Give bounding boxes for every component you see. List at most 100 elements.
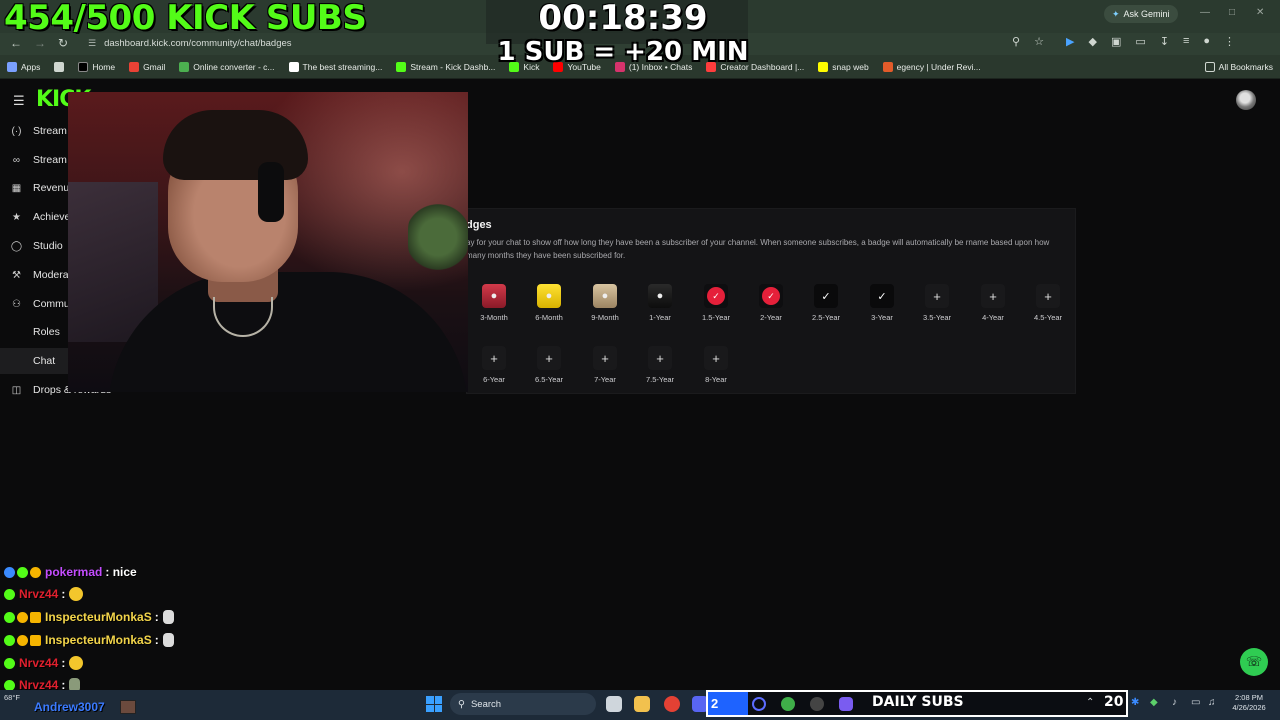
badge-icon — [30, 566, 41, 578]
emote-icon — [69, 587, 84, 601]
badge-slot[interactable]: ✓ 2.5-Year — [798, 284, 854, 322]
bookmark-snap[interactable]: snap web — [811, 61, 875, 72]
badge-slot[interactable]: +7.5-Year — [632, 346, 688, 384]
subathon-timer: 00:18:39 — [538, 0, 708, 38]
badge-slot[interactable]: +4-Year — [965, 284, 1021, 322]
bookmark-egency[interactable]: egency | Under Revi... — [876, 61, 988, 72]
badge-slot[interactable]: ● 1-Year — [632, 284, 688, 322]
volume-icon[interactable]: ♫ — [1208, 697, 1216, 708]
bluetooth-icon[interactable]: ✱ — [1131, 697, 1139, 708]
subs-goal-overlay: 454/500 KICK SUBS — [4, 0, 367, 38]
bookmark-gmail[interactable]: Gmail — [122, 61, 172, 72]
badge-slot[interactable]: ● 3-Month — [466, 284, 522, 322]
sidebar-item-label: Commu — [33, 298, 70, 310]
plus-icon: + — [925, 284, 949, 308]
bookmark-apps[interactable]: Apps — [0, 61, 47, 72]
forward-icon[interactable]: → — [34, 36, 46, 50]
chrome-profile-icon[interactable] — [781, 697, 795, 711]
daily-subs-goal: 20 — [1104, 694, 1124, 710]
taskbar-clock[interactable]: 2:08 PM 4/26/2026 — [1226, 693, 1272, 713]
bookmark-label: egency | Under Revi... — [896, 61, 981, 72]
close-icon[interactable]: ✕ — [1256, 7, 1264, 18]
profile-avatar-icon[interactable]: ● — [1203, 35, 1210, 48]
sidebar-item-label: Stream — [33, 125, 67, 137]
badge-slot[interactable]: ✓ 1.5-Year — [688, 284, 744, 322]
bookmark-grid[interactable] — [47, 61, 71, 72]
search-icon: ⚲ — [458, 698, 465, 710]
chat-message: Nrvz44: — [4, 584, 84, 604]
badge-slot[interactable]: ● 6-Month — [521, 284, 577, 322]
clock-time: 2:08 PM — [1235, 693, 1263, 702]
badge-slot[interactable]: +4.5-Year — [1020, 284, 1076, 322]
bookmark-converter[interactable]: Online converter - c... — [172, 61, 281, 72]
file-explorer-icon[interactable] — [634, 696, 650, 712]
sidebar-item-chat[interactable]: Chat — [0, 348, 68, 374]
app-icon[interactable] — [810, 697, 824, 711]
heart-check-icon: ✓ — [707, 287, 725, 305]
community-icon: ⚇ — [12, 298, 21, 310]
bookmark-label: Home — [92, 61, 116, 72]
task-view-icon[interactable] — [606, 696, 622, 712]
support-chat-button[interactable]: ☏ — [1240, 648, 1268, 676]
extension-icon-2[interactable]: ◆ — [1088, 35, 1096, 48]
badge-slot[interactable]: +3.5-Year — [909, 284, 965, 322]
windows-start-icon[interactable] — [426, 696, 442, 712]
badge-slot[interactable]: +8-Year — [688, 346, 744, 384]
chat-text: : — [154, 633, 159, 647]
daily-subs-count: 2 — [708, 692, 748, 715]
chat-username: pokermad — [45, 565, 103, 579]
extensions-puzzle-icon[interactable]: ▣ — [1111, 35, 1121, 48]
badge-icon — [30, 611, 41, 623]
minimize-icon[interactable]: — — [1200, 7, 1210, 18]
bookmark-streaming[interactable]: The best streaming... — [282, 61, 390, 72]
calculator-icon[interactable] — [839, 697, 853, 711]
chat-text: : nice — [105, 565, 137, 579]
folder-icon — [1204, 61, 1215, 72]
badge-slot[interactable]: ● 9-Month — [577, 284, 633, 322]
badge-image: ✓ — [704, 284, 728, 308]
site-info-icon[interactable]: ☰ — [88, 38, 96, 49]
badge-slot[interactable]: +7-Year — [577, 346, 633, 384]
bookmark-star-icon[interactable]: ☆ — [1034, 35, 1044, 48]
hamburger-menu-icon[interactable]: ☰ — [13, 93, 25, 109]
extension-icon-1[interactable]: ▶ — [1066, 35, 1074, 48]
plus-icon: + — [704, 346, 728, 370]
menu-icon[interactable]: ⋮ — [1224, 35, 1235, 48]
badge-slot[interactable]: ✓ 3-Year — [854, 284, 910, 322]
gemini-icon: ✦ — [1112, 8, 1120, 19]
security-icon[interactable]: ◆ — [1150, 697, 1158, 708]
bookmark-label: Apps — [21, 61, 41, 72]
maximize-icon[interactable]: □ — [1229, 7, 1235, 18]
chat-username: Nrvz44 — [19, 656, 59, 670]
ask-gemini-button[interactable]: ✦ Ask Gemini — [1104, 5, 1178, 23]
tray-overflow-icon[interactable]: ⌃ — [1086, 697, 1094, 708]
chrome-icon[interactable] — [664, 696, 680, 712]
obs-icon[interactable] — [752, 697, 766, 711]
bookmark-home[interactable]: Home — [71, 61, 122, 72]
user-avatar[interactable] — [1236, 90, 1256, 110]
chat-username: Andrew3007 — [34, 700, 105, 714]
download-icon[interactable]: ↧ — [1160, 35, 1169, 48]
zoom-icon[interactable]: ⚲ — [1012, 35, 1020, 48]
sidebar-item-label: Stream — [33, 154, 67, 166]
badge-slot[interactable]: +6-Year — [466, 346, 522, 384]
gmail-icon — [129, 61, 140, 72]
chat-text: : — [154, 610, 159, 624]
link-icon: ∞ — [12, 154, 21, 166]
reload-icon[interactable]: ↻ — [58, 36, 68, 50]
all-bookmarks[interactable]: All Bookmarks — [1198, 61, 1280, 72]
cast-icon[interactable]: ▭ — [1135, 35, 1145, 48]
search-placeholder: Search — [470, 698, 502, 710]
back-icon[interactable]: ← — [10, 36, 22, 50]
microphone-icon[interactable]: ♪ — [1172, 697, 1177, 708]
badge-image: ✓ — [759, 284, 783, 308]
badge-slot[interactable]: ✓ 2-Year — [743, 284, 799, 322]
tab-search-icon[interactable]: ≡ — [1183, 35, 1189, 48]
badge-slot[interactable]: +6.5-Year — [521, 346, 577, 384]
taskbar-search[interactable]: ⚲ Search — [450, 693, 596, 715]
weather-widget[interactable]: 68°F — [4, 693, 20, 703]
bookmark-label: snap web — [832, 61, 869, 72]
check-icon: ✓ — [870, 284, 894, 308]
panel-description: ay for your chat to show off how long th… — [466, 238, 1050, 260]
network-icon[interactable]: ▭ — [1191, 697, 1200, 708]
